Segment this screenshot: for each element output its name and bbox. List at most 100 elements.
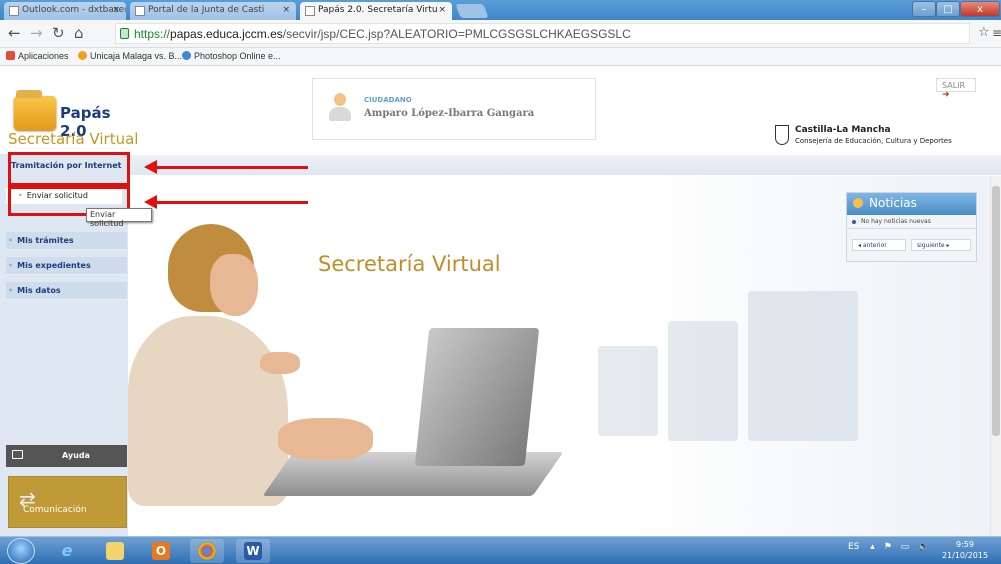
close-window-button[interactable]: x (960, 1, 1000, 17)
word-icon: W (244, 542, 262, 560)
logo-subtitle: Secretaría Virtual (8, 130, 139, 148)
logout-button[interactable]: SALIR ➜ (936, 78, 976, 100)
news-header: Noticias (847, 193, 976, 215)
folder-icon (14, 90, 56, 130)
new-tab-button[interactable] (455, 4, 489, 18)
url-host: papas.educa.jccm.es (170, 27, 283, 41)
clock-date: 21/10/2015 (941, 551, 989, 560)
user-info-box: CIUDADANO Amparo López-Ibarra Gangara (312, 78, 596, 140)
close-tab-icon[interactable]: × (112, 5, 120, 15)
communication-button[interactable]: ⇄ Comunicación (8, 476, 127, 528)
lock-icon (120, 28, 129, 39)
bullet-icon: • (8, 286, 14, 295)
language-indicator[interactable]: ES (848, 542, 859, 552)
globe-icon (853, 198, 863, 208)
taskbar-chrome[interactable] (190, 539, 224, 563)
unicaja-icon (78, 51, 87, 60)
minimize-button[interactable]: – (912, 1, 936, 17)
web-page: Papás 2.0 Secretaría Virtual CIUDADANO A… (0, 66, 1001, 536)
tab-label: Papás 2.0. Secretaría Virtu (318, 5, 438, 15)
content-top-bar (128, 155, 1001, 175)
tab-portal-junta[interactable]: Portal de la Junta de Casti × (130, 2, 296, 20)
help-button[interactable]: Ayuda (6, 445, 127, 467)
tab-outlook[interactable]: Outlook.com - dxtbase@ × (4, 2, 126, 20)
home-icon[interactable]: ⌂ (74, 25, 84, 41)
close-tab-icon[interactable]: × (438, 5, 446, 15)
windows-taskbar: e O W ES ▴ ⚑ ▭ 🔈 9:59 21/10/2015 (0, 536, 1001, 564)
apps-grid-icon (6, 51, 15, 60)
url-scheme: https:// (134, 27, 171, 41)
tab-label: Outlook.com - dxtbase@ (22, 5, 126, 15)
back-icon[interactable]: ← (8, 25, 21, 41)
bookmark-apps[interactable]: Aplicaciones (6, 51, 69, 61)
papas-logo[interactable]: Papás 2.0 Secretaría Virtual (8, 84, 138, 154)
network-icon[interactable]: ▭ (901, 542, 910, 552)
annotation-box-tramitacion (8, 152, 130, 186)
outlook-icon (9, 6, 19, 16)
taskbar-outlook[interactable]: O (144, 539, 178, 563)
woman-hand (260, 352, 300, 374)
reload-icon[interactable]: ↻ (52, 25, 65, 41)
system-tray: ES ▴ ⚑ ▭ 🔈 (848, 542, 929, 552)
chrome-icon (198, 542, 216, 560)
start-button[interactable] (7, 538, 35, 564)
book-icon (12, 450, 23, 459)
forward-icon[interactable]: → (30, 25, 43, 41)
org-name: Castilla-La Mancha (795, 125, 891, 135)
close-tab-icon[interactable]: × (282, 5, 290, 15)
menu-mis-tramites[interactable]: • Mis trámites (6, 232, 127, 250)
office-icon: O (152, 542, 170, 560)
browser-title-bar: Outlook.com - dxtbase@ × Portal de la Ju… (0, 0, 1001, 21)
page-icon (305, 6, 315, 16)
annotation-arrow (144, 195, 308, 209)
folder-illustration (748, 291, 858, 441)
menu-icon[interactable]: ≡ (992, 25, 1001, 41)
bookmark-unicaja[interactable]: Unicaja Malaga vs. B... (78, 51, 182, 61)
tab-papas[interactable]: Papás 2.0. Secretaría Virtu × (300, 2, 452, 21)
woman-face (210, 254, 258, 316)
woman-arm (278, 418, 373, 460)
folder-illustration (668, 321, 738, 441)
page-icon (135, 6, 145, 16)
user-role: CIUDADANO (364, 96, 412, 104)
tab-label: Portal de la Junta de Casti (148, 5, 265, 15)
taskbar-explorer[interactable] (98, 539, 132, 563)
jccm-logo: Castilla-La Mancha Consejería de Educaci… (775, 123, 965, 153)
annotation-arrow (144, 160, 308, 174)
woman-illustration (128, 316, 288, 506)
show-hidden-icons-icon[interactable]: ▴ (870, 542, 875, 552)
bookmark-photoshop[interactable]: Photoshop Online e... (182, 51, 281, 61)
bookmarks-bar: Aplicaciones Unicaja Malaga vs. B... Pho… (0, 48, 1001, 66)
volume-icon[interactable]: 🔈 (918, 542, 929, 552)
scrollbar-thumb[interactable] (992, 186, 1000, 436)
laptop-illustration (414, 328, 540, 466)
taskbar-ie[interactable]: e (50, 539, 84, 563)
address-bar[interactable]: https://papas.educa.jccm.es/secvir/jsp/C… (115, 23, 970, 44)
bullet-icon: • (8, 236, 14, 245)
logout-arrow-icon: ➜ (942, 90, 950, 100)
user-name: Amparo López-Ibarra Gangara (364, 108, 535, 119)
org-department: Consejería de Educación, Cultura y Depor… (795, 137, 952, 145)
news-empty-message: No hay noticias nuevas (847, 215, 976, 229)
flag-icon[interactable]: ⚑ (884, 542, 892, 552)
menu-mis-expedientes[interactable]: • Mis expedientes (6, 257, 127, 275)
page-scrollbar[interactable] (990, 176, 1001, 536)
internet-explorer-icon: e (61, 541, 73, 560)
clock[interactable]: 9:59 21/10/2015 (940, 539, 990, 561)
news-panel: Noticias No hay noticias nuevas ◂ anteri… (846, 192, 977, 262)
crest-icon (775, 125, 789, 145)
hero-title: Secretaría Virtual (318, 252, 501, 276)
clock-time: 9:59 (956, 540, 974, 549)
maximize-button[interactable]: □ (936, 1, 960, 17)
taskbar-word[interactable]: W (236, 539, 270, 563)
bullet-icon: • (8, 261, 14, 270)
news-next-button[interactable]: siguiente ▸ (911, 239, 971, 251)
folder-illustration (598, 346, 658, 436)
news-prev-button[interactable]: ◂ anterior (852, 239, 906, 251)
tooltip: Enviar solicitud (86, 208, 152, 228)
menu-mis-datos[interactable]: • Mis datos (6, 282, 127, 300)
bookmark-star-icon[interactable]: ☆ (978, 25, 990, 41)
photoshop-icon (182, 51, 191, 60)
url-path: /secvir/jsp/CEC.jsp?ALEATORIO=PMLCGSGSLC… (282, 27, 631, 41)
main-content: Secretaría Virtual Noticias No hay notic… (128, 176, 990, 536)
